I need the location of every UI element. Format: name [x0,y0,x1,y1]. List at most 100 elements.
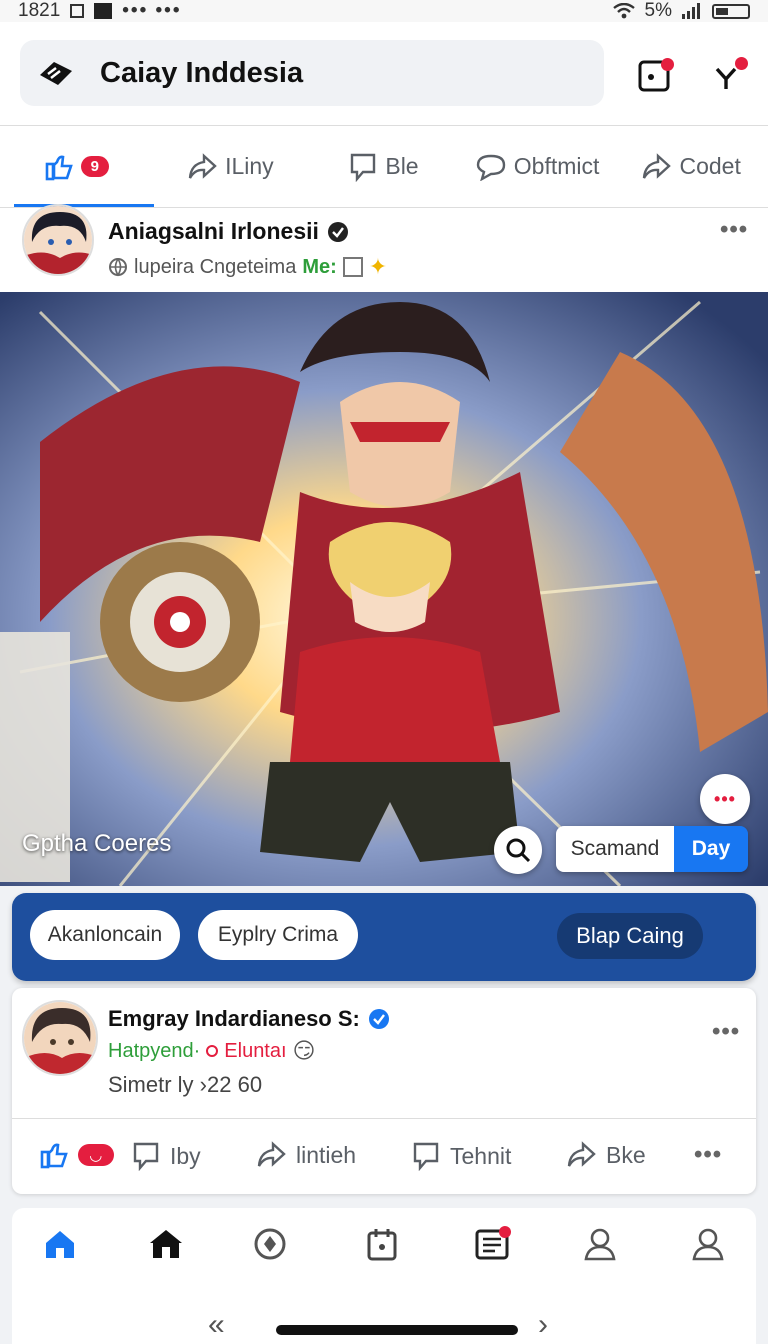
share-icon [567,1141,596,1167]
nav-marketplace[interactable] [146,1224,186,1264]
verified-badge-icon [327,221,348,242]
notification-icon [70,4,85,18]
bottom-navigation: « › [12,1208,756,1344]
comment-button[interactable]: Iby [132,1141,201,1171]
nav-account[interactable] [688,1224,728,1264]
globe-icon [109,258,127,277]
search-bar[interactable]: Caiay Inddesia [20,40,604,106]
calendar-icon [367,1229,397,1261]
account-icon [692,1228,724,1261]
image-caption: Gptha Coeres [22,830,172,857]
nav-calendar[interactable] [362,1224,402,1264]
image-icon [342,257,363,277]
tab-label: Obftmict [513,153,600,179]
nav-home[interactable] [40,1224,80,1264]
message-button[interactable]: Tehnit [412,1141,511,1171]
wifi-icon [612,3,635,19]
nav-feed[interactable] [472,1224,512,1264]
like-count-pill: ◡ [78,1144,114,1166]
notification-dot [661,58,674,71]
post-meta: Hatpyend· Eluntaı 😏 [108,1038,315,1064]
likes-count-badge: 9 [80,156,109,177]
compass-icon [254,1228,286,1260]
toggle-option-off[interactable]: Scamand [556,826,674,872]
status-time: 1821 [18,0,61,21]
message-dot [735,57,748,70]
tab-codet[interactable]: Codet [614,126,768,207]
comment-icon [351,153,376,182]
emoji-icon: 😏 [292,1038,316,1063]
location-icon [206,1045,219,1057]
back-chevron-icon[interactable]: « [208,1308,225,1342]
share-button[interactable]: lintieh [256,1141,356,1169]
sparkle-icon: ✦ [368,254,388,279]
more-notifications-icon: ••• ••• [122,0,182,21]
notifications-button[interactable] [634,56,674,96]
app-title: Caiay Inddesia [100,56,304,89]
chip-button-2[interactable]: Eyplry Crima [198,910,358,960]
meta-red-text: Eluntaı [224,1039,287,1062]
anime-artwork-image [0,292,768,886]
like-button[interactable]: ◡ [40,1141,114,1169]
post-author[interactable]: Aniagsalni Irlonesii [108,218,349,245]
meta-text: lupeira Cngeteima [134,255,297,278]
tab-label: ILiny [225,153,274,179]
tab-ble[interactable]: Ble [307,126,461,207]
verified-badge-icon [368,1009,389,1029]
tab-likes[interactable]: 9 [0,126,154,207]
messages-button[interactable] [708,56,748,96]
reaction-bar: ◡ Iby lintieh Tehnit Bke ••• [12,1119,756,1194]
author-avatar[interactable] [22,204,94,276]
home-indicator[interactable] [276,1325,518,1335]
like-icon [40,1143,68,1169]
action-banner: Akanloncain Eyplry Crima Blap Caing [12,893,756,981]
status-bar: 1821 ••• ••• 5% [0,0,768,22]
chip-button-1[interactable]: Akanloncain [30,910,180,960]
author-name: Aniagsalni Irlonesii [108,218,319,244]
meta-green-text: Hatpyend· [108,1039,201,1062]
nav-profile[interactable] [580,1224,620,1264]
home-icon [46,1231,74,1258]
author-name: Emgray Indardianeso S: [108,1006,360,1031]
reaction-tabs: 9 ILiny Ble Obftmict Codet [0,126,768,208]
post-card: Emgray Indardianeso S: Hatpyend· Eluntaı… [12,988,756,1194]
house-icon [150,1230,182,1258]
view-toggle: Scamand Day [556,826,748,872]
battery-icon [712,3,750,19]
post-meta: lupeira Cngeteima Me: ✦ [108,254,387,280]
share-icon [643,152,672,179]
share-icon [188,152,217,179]
post-header: Aniagsalni Irlonesii lupeira Cngeteima M… [0,204,768,292]
reactions-more-button[interactable]: ••• [694,1141,722,1169]
app-notification-icon [94,3,113,19]
forward-button[interactable]: Bke [566,1141,646,1169]
forward-chevron-icon[interactable]: › [538,1308,548,1342]
chat-icon [413,1142,439,1171]
reaction-label: lintieh [296,1141,357,1168]
tab-iliny[interactable]: ILiny [154,126,308,207]
chip-button-3[interactable]: Blap Caing [557,913,703,959]
user-icon [584,1228,616,1261]
post-subtext: Simetr ly ›22 60 [108,1072,263,1097]
post-image[interactable]: Gptha Coeres ••• Scamand Day [0,292,768,886]
reaction-label: Tehnit [450,1142,512,1169]
top-header: Caiay Inddesia [0,22,768,126]
post-more-button[interactable]: ••• [712,1018,740,1046]
app-logo-icon [38,59,74,87]
image-search-button[interactable] [494,826,542,874]
post-author[interactable]: Emgray Indardianeso S: [108,1006,390,1032]
tab-label: Ble [385,153,419,179]
comment-icon [133,1142,159,1171]
signal-icon [682,3,702,19]
reaction-label: Iby [170,1142,201,1169]
author-avatar[interactable] [22,1000,98,1076]
nav-watch[interactable] [250,1224,290,1264]
feed-notification-dot [499,1226,511,1238]
image-more-button[interactable]: ••• [700,774,750,824]
tab-obftmict[interactable]: Obftmict [461,126,615,207]
reaction-label: Bke [606,1141,646,1168]
toggle-option-on[interactable]: Day [674,826,748,872]
post-more-button[interactable]: ••• [720,216,748,244]
chat-icon [476,154,505,181]
meta-highlight: Me: [302,255,337,278]
